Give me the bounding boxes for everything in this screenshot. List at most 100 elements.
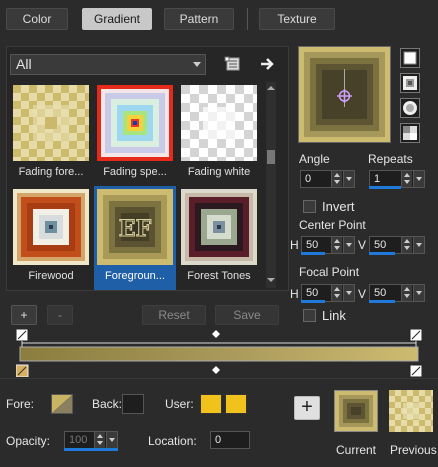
repeats-stepper[interactable] xyxy=(401,171,412,187)
tab-color[interactable]: Color xyxy=(6,8,68,30)
angle-input[interactable]: 0 xyxy=(300,170,355,188)
focal-point-label: Focal Point xyxy=(299,265,360,279)
center-v-value: 50 xyxy=(374,239,387,251)
gradient-swatch-forest-tones[interactable]: Forest Tones xyxy=(178,186,260,290)
rectangular-style-button[interactable] xyxy=(400,73,420,93)
opacity-dropdown-icon[interactable] xyxy=(106,432,117,448)
user-label: User: xyxy=(165,397,194,411)
tab-gradient[interactable]: Gradient xyxy=(82,8,152,30)
focal-v-dropdown-icon[interactable] xyxy=(413,285,424,301)
repeats-label: Repeats xyxy=(368,152,413,166)
angle-value: 0 xyxy=(305,173,312,185)
center-point-label: Center Point xyxy=(299,218,366,232)
back-label: Back: xyxy=(92,397,123,411)
gradient-thumbnail xyxy=(97,85,173,161)
scroll-down-icon[interactable] xyxy=(267,276,275,284)
center-h-stepper[interactable] xyxy=(331,237,342,253)
focal-v-stepper[interactable] xyxy=(401,285,412,301)
opacity-label: Opacity: xyxy=(6,434,51,448)
focal-h-dropdown-icon[interactable] xyxy=(343,285,354,301)
gradient-swatch-fading-foreground[interactable]: Fading fore... xyxy=(10,82,92,186)
gradient-thumbnail xyxy=(181,189,257,265)
location-input[interactable]: 0 xyxy=(210,431,250,449)
focal-h-stepper[interactable] xyxy=(331,285,342,301)
previous-label: Previous xyxy=(390,443,437,457)
add-to-library-button[interactable]: + xyxy=(294,396,320,420)
angle-stepper[interactable] xyxy=(331,171,342,187)
gradient-swatch-foreground-background[interactable]: EF Foregroun... xyxy=(94,186,176,290)
center-h-value: 50 xyxy=(306,239,319,251)
location-value: 0 xyxy=(215,434,222,446)
reset-button[interactable]: Reset xyxy=(142,305,206,325)
swatch-label: Forest Tones xyxy=(187,270,251,282)
repeats-slider-fill xyxy=(369,186,401,189)
tab-separator xyxy=(247,8,248,30)
opacity-stepper[interactable] xyxy=(94,432,105,448)
save-button[interactable]: Save xyxy=(215,305,279,325)
center-v-slider-fill xyxy=(369,252,395,255)
section-divider xyxy=(0,378,438,379)
user-color-chip-1[interactable] xyxy=(200,394,222,414)
opacity-slider-fill xyxy=(64,448,118,451)
gradient-swatch-firewood[interactable]: Firewood xyxy=(10,186,92,290)
gradient-thumbnail xyxy=(13,189,89,265)
gradient-thumbnail: EF xyxy=(97,189,173,265)
focal-v-label: V xyxy=(358,287,367,301)
library-options-icon[interactable] xyxy=(224,55,242,73)
swatch-scrollbar[interactable] xyxy=(266,82,276,288)
focal-v-slider-fill xyxy=(369,300,395,303)
center-h-dropdown-icon[interactable] xyxy=(343,237,354,253)
link-label: Link xyxy=(322,308,346,323)
invert-label: Invert xyxy=(322,199,355,214)
current-label: Current xyxy=(336,443,377,457)
fore-label: Fore: xyxy=(6,397,35,411)
swatch-label: Fading white xyxy=(187,166,251,178)
gradient-preview[interactable] xyxy=(298,46,391,143)
focal-h-value: 50 xyxy=(306,287,319,299)
gradient-swatch-fading-white[interactable]: Fading white xyxy=(178,82,260,186)
radial-style-button[interactable] xyxy=(400,98,420,118)
scroll-up-icon[interactable] xyxy=(267,84,275,92)
fore-color-chip[interactable] xyxy=(51,394,73,414)
opacity-value: 100 xyxy=(69,434,88,446)
center-v-label: V xyxy=(358,238,367,252)
user-color-chip-2[interactable] xyxy=(225,394,247,414)
linear-style-button[interactable] xyxy=(400,48,420,68)
invert-checkbox[interactable] xyxy=(303,200,316,213)
svg-text:EF: EF xyxy=(119,216,152,242)
gradient-thumbnail xyxy=(13,85,89,161)
link-checkbox[interactable] xyxy=(303,309,316,322)
chevron-down-icon xyxy=(193,62,201,67)
swatch-label: Foregroun... xyxy=(105,270,165,282)
focal-v-value: 50 xyxy=(374,287,387,299)
repeats-dropdown-icon[interactable] xyxy=(413,171,424,187)
category-dropdown-value: All xyxy=(16,56,32,72)
sunburst-style-button[interactable] xyxy=(400,123,420,143)
angle-label: Angle xyxy=(299,152,330,166)
category-dropdown[interactable]: All xyxy=(10,54,206,75)
back-color-chip[interactable] xyxy=(122,394,144,414)
tab-pattern[interactable]: Pattern xyxy=(164,8,234,30)
center-h-label: H xyxy=(290,238,299,252)
swatch-label: Fading spe... xyxy=(103,166,167,178)
location-label: Location: xyxy=(148,434,197,448)
focal-h-slider-fill xyxy=(301,300,325,303)
focal-h-label: H xyxy=(290,287,299,301)
center-v-stepper[interactable] xyxy=(401,237,412,253)
repeats-value: 1 xyxy=(374,173,381,185)
previous-swatch[interactable] xyxy=(389,390,433,432)
tab-texture[interactable]: Texture xyxy=(259,8,335,30)
current-swatch[interactable] xyxy=(334,390,378,432)
swatch-label: Fading fore... xyxy=(18,166,84,178)
scroll-thumb[interactable] xyxy=(267,150,275,164)
angle-dropdown-icon[interactable] xyxy=(343,171,354,187)
gradient-thumbnail xyxy=(181,85,257,161)
gradient-editor[interactable] xyxy=(16,329,422,377)
center-v-dropdown-icon[interactable] xyxy=(413,237,424,253)
gradient-swatch-fading-spectrum[interactable]: Fading spe... xyxy=(94,82,176,186)
remove-stop-button[interactable]: - xyxy=(47,305,73,325)
add-stop-button[interactable]: + xyxy=(11,305,37,325)
center-h-slider-fill xyxy=(301,252,325,255)
arrow-right-icon[interactable] xyxy=(258,55,276,73)
opacity-input[interactable]: 100 xyxy=(64,431,118,449)
